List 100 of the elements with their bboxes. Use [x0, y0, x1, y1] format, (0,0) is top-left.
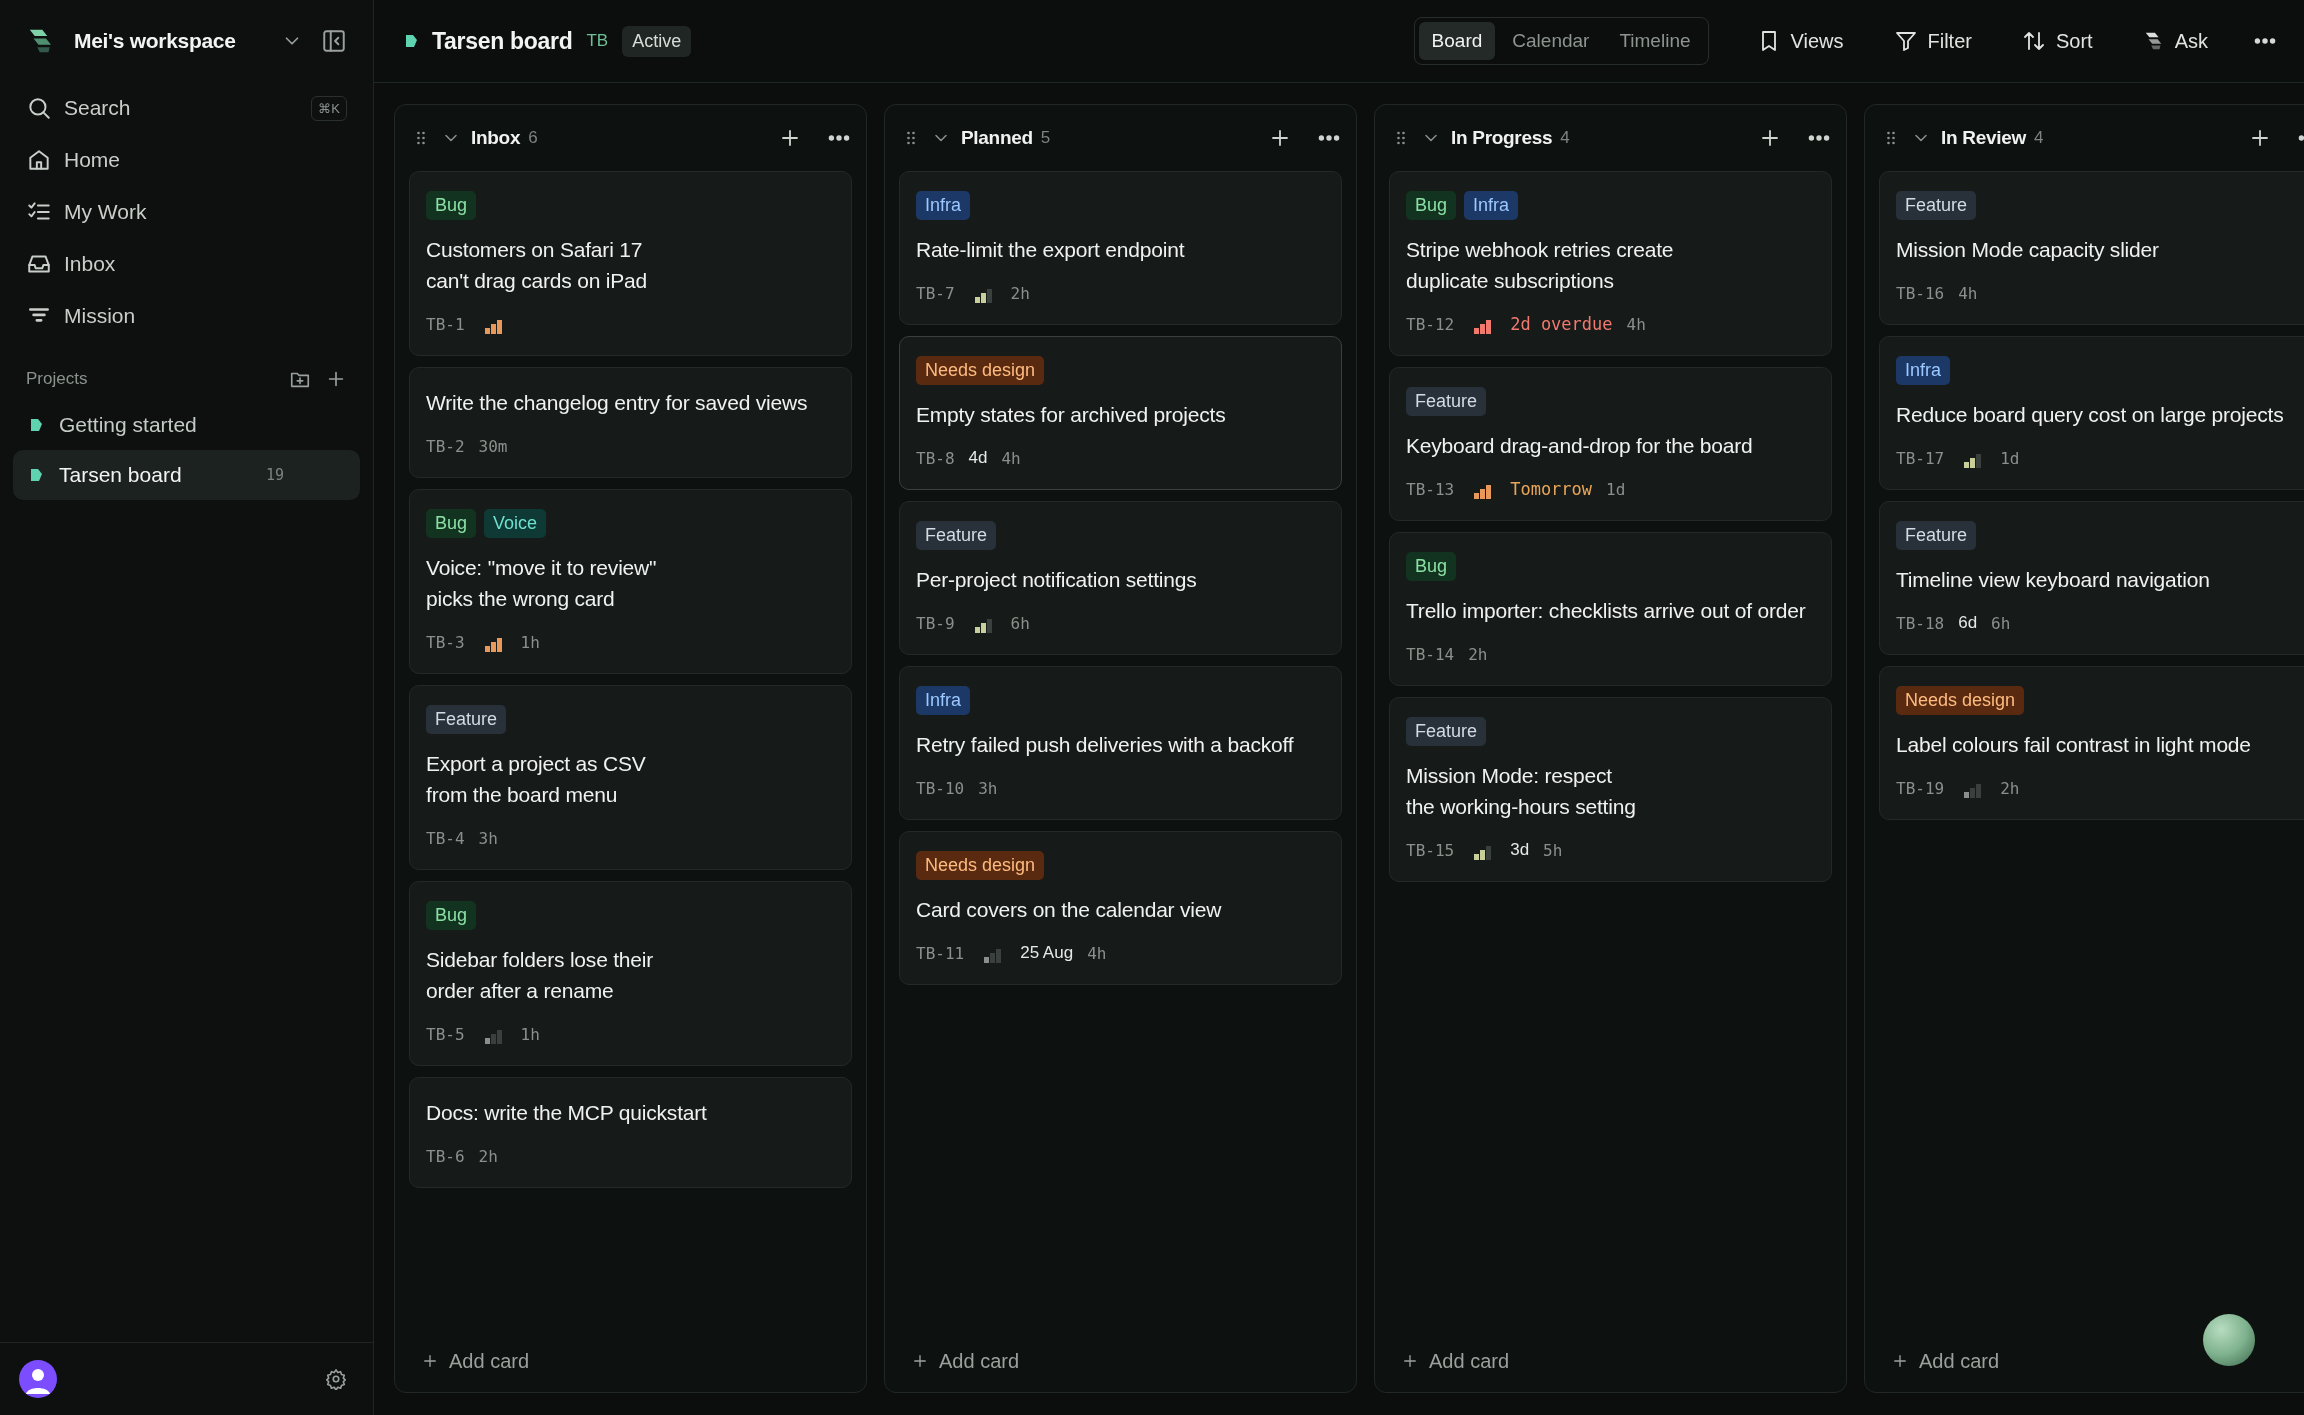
- task-id: TB-3: [426, 632, 465, 652]
- project-item[interactable]: Getting started: [13, 400, 360, 450]
- due-date: 2d overdue: [1510, 314, 1613, 334]
- column-title: Inbox: [471, 127, 521, 149]
- task-id: TB-5: [426, 1024, 465, 1044]
- label-tag: Bug: [1406, 191, 1457, 220]
- toolbar-button[interactable]: Views: [1744, 21, 1856, 61]
- nav-item[interactable]: My Work: [26, 194, 347, 230]
- task-id: TB-6: [426, 1146, 465, 1166]
- view-tab[interactable]: Timeline: [1606, 22, 1704, 60]
- task-id: TB-4: [426, 828, 465, 848]
- board-title: Tarsen board: [432, 27, 573, 55]
- label-tag: Infra: [916, 191, 971, 220]
- project-icon: [29, 468, 43, 482]
- task-card[interactable]: Feature Keyboard drag-and-drop for the board TB-13 Tomorrow 1d: [1389, 367, 1832, 521]
- label-tag: Needs design: [916, 356, 1045, 385]
- card-title: Per-project notification settings: [916, 567, 1198, 593]
- task-id: TB-15: [1406, 840, 1455, 860]
- assistant-orb[interactable]: [2202, 1313, 2256, 1367]
- column-title: In Progress: [1451, 127, 1553, 149]
- task-card[interactable]: Needs design Label colours fail contrast in light mode TB-19 2h: [1879, 666, 2304, 820]
- toolbar-button[interactable]: Ask: [2130, 21, 2220, 61]
- task-id: TB-2: [426, 436, 465, 456]
- task-card[interactable]: Feature Mission Mode capacity slider TB-16 4h: [1879, 171, 2304, 325]
- card-title: Empty states for archived projects: [916, 402, 1227, 428]
- card-title: Write the changelog entry for saved views: [426, 390, 809, 416]
- task-card[interactable]: Infra Rate-limit the export endpoint TB-7 2h: [899, 171, 1342, 325]
- task-card[interactable]: Feature Export a project as CSV from the board menu TB-4 3h: [409, 685, 852, 870]
- task-card[interactable]: Needs design Empty states for archived projects TB-8 4d 4h: [899, 336, 1342, 490]
- workspace-name[interactable]: Mei's workspace: [74, 29, 236, 53]
- view-tab[interactable]: Calendar: [1499, 22, 1603, 60]
- task-id: TB-17: [1896, 448, 1945, 468]
- time-estimate: 6h: [1991, 613, 2011, 633]
- task-id: TB-13: [1406, 479, 1455, 499]
- time-estimate: 2h: [2000, 778, 2020, 798]
- card-title: Sidebar folders lose their order after a rename: [426, 947, 655, 1004]
- toolbar-button[interactable]: Sort: [2009, 21, 2105, 61]
- task-card[interactable]: Feature Timeline view keyboard navigation TB-18 6d 6h: [1879, 501, 2304, 655]
- due-date: 4d: [968, 448, 988, 468]
- task-card[interactable]: Needs design Card covers on the calendar view TB-11 25 Aug 4h: [899, 831, 1342, 985]
- task-id: TB-9: [916, 613, 955, 633]
- task-id: TB-12: [1406, 314, 1455, 334]
- label-tag: Feature: [1406, 387, 1487, 416]
- plus-icon: [1891, 1352, 1909, 1370]
- search-item[interactable]: Search ⌘K: [26, 90, 347, 126]
- due-date: 6d: [1958, 613, 1978, 633]
- task-id: TB-7: [916, 283, 955, 303]
- card-title: Docs: write the MCP quickstart: [426, 1100, 708, 1126]
- time-estimate: 3h: [978, 778, 998, 798]
- task-card[interactable]: Bug Sidebar folders lose their order after a rename TB-5 1h: [409, 881, 852, 1066]
- card-title: Customers on Safari 17 can't drag cards on iPad: [426, 237, 648, 294]
- filter-icon: [1893, 29, 1918, 53]
- due-date: 3d: [1510, 840, 1530, 860]
- nav-item[interactable]: Inbox: [26, 246, 347, 282]
- task-card[interactable]: Feature Per-project notification settings TB-9 6h: [899, 501, 1342, 655]
- add-card-button[interactable]: Add card: [899, 1330, 1026, 1392]
- task-card[interactable]: Bug Trello importer: checklists arrive out of order TB-14 2h: [1389, 532, 1832, 686]
- card-title: Export a project as CSV from the board menu: [426, 751, 647, 808]
- view-tab[interactable]: Board: [1418, 22, 1496, 60]
- time-estimate: 2h: [478, 1146, 498, 1166]
- add-card-button[interactable]: Add card: [409, 1330, 536, 1392]
- nav-item[interactable]: Mission: [26, 298, 347, 334]
- task-card[interactable]: Infra Reduce board query cost on large projects TB-17 1d: [1879, 336, 2304, 490]
- task-id: TB-11: [916, 943, 965, 963]
- home-icon: [26, 147, 52, 173]
- card-title: Retry failed push deliveries with a backoff: [916, 732, 1295, 758]
- label-tag: Bug: [426, 901, 477, 930]
- label-tag: Feature: [1896, 191, 1977, 220]
- task-card[interactable]: Bug Voice Voice: "move it to review" picks the wrong card TB-3 1h: [409, 489, 852, 674]
- column-title: Planned: [961, 127, 1033, 149]
- card-count: 6: [528, 128, 538, 148]
- label-tag: Infra: [1896, 356, 1951, 385]
- card-title: Trello importer: checklists arrive out of order: [1406, 598, 1807, 624]
- add-card-button[interactable]: Add card: [1879, 1330, 2006, 1392]
- task-card[interactable]: Bug Customers on Safari 17 can't drag cards on iPad TB-1: [409, 171, 852, 356]
- nav-item[interactable]: Home: [26, 142, 347, 178]
- label-tag: Feature: [1406, 717, 1487, 746]
- task-card[interactable]: Write the changelog entry for saved views TB-2 30m: [409, 367, 852, 478]
- project-icon: [29, 418, 43, 432]
- time-estimate: 4h: [1626, 314, 1646, 334]
- task-id: TB-8: [916, 448, 955, 468]
- time-estimate: 4h: [1087, 943, 1107, 963]
- time-estimate: 2h: [1010, 283, 1030, 303]
- settings-icon[interactable]: [325, 1368, 347, 1390]
- project-item[interactable]: Tarsen board 19: [13, 450, 360, 500]
- task-card[interactable]: Feature Mission Mode: respect the working-hours setting TB-15 3d 5h: [1389, 697, 1832, 882]
- time-estimate: 6h: [1010, 613, 1030, 633]
- add-card-button[interactable]: Add card: [1389, 1330, 1516, 1392]
- label-tag: Bug: [426, 191, 477, 220]
- task-card[interactable]: Infra Retry failed push deliveries with a backoff TB-10 3h: [899, 666, 1342, 820]
- toolbar-button[interactable]: Filter: [1881, 21, 1984, 61]
- time-estimate: 1d: [2000, 448, 2020, 468]
- plus-icon: [911, 1352, 929, 1370]
- collapse-sidebar-icon[interactable]: [321, 28, 347, 54]
- task-card[interactable]: Bug Infra Stripe webhook retries create duplicate subscriptions TB-12 2d overdue 4h: [1389, 171, 1832, 356]
- task-card[interactable]: Docs: write the MCP quickstart TB-6 2h: [409, 1077, 852, 1188]
- shortcut-badge: ⌘K: [311, 95, 347, 121]
- card-title: Stripe webhook retries create duplicate subscriptions: [1406, 237, 1675, 294]
- user-avatar[interactable]: [19, 1360, 57, 1398]
- label-tag: Feature: [426, 705, 507, 734]
